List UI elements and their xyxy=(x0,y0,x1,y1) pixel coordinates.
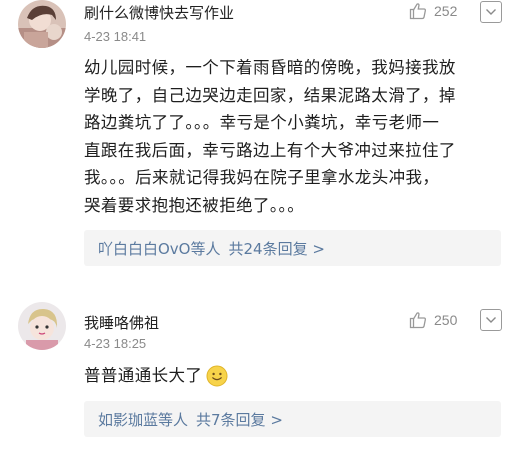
username[interactable]: 刷什么微博快去写作业 xyxy=(84,2,234,23)
timestamp: 4-23 18:41 xyxy=(84,29,147,44)
username[interactable]: 我睡咯佛祖 xyxy=(84,312,159,333)
replies-link[interactable]: 吖白白白OvO等人 共24条回复 > xyxy=(84,230,501,266)
comment-text-line: 幼儿园时候，一个下着雨昏暗的傍晚，我妈接我放 xyxy=(84,58,456,77)
comment-text: 幼儿园时候，一个下着雨昏暗的傍晚，我妈接我放 学晚了，自己边哭边走回家，结果泥路… xyxy=(84,54,499,219)
smile-emoji-icon xyxy=(206,365,228,387)
thumbs-up-icon xyxy=(409,3,426,20)
comment-item: 我睡咯佛祖 4-23 18:25 250 普普通通长大了 如影珈蓝等人 共7条回… xyxy=(0,294,509,463)
replies-count: 共7条回复 > xyxy=(196,410,283,429)
chevron-down-icon xyxy=(486,9,496,15)
thumbs-up-icon xyxy=(409,312,426,329)
replies-users: 吖白白白OvO等人 xyxy=(98,239,221,258)
timestamp: 4-23 18:25 xyxy=(84,336,147,351)
comment-text-line: 学晚了，自己边哭边走回家，结果泥路太滑了，掉 xyxy=(84,85,456,105)
replies-count: 共24条回复 > xyxy=(228,239,325,258)
chevron-down-icon xyxy=(486,317,496,323)
replies-users: 如影珈蓝等人 xyxy=(98,410,189,429)
like-button[interactable]: 250 xyxy=(408,310,457,330)
like-button[interactable]: 252 xyxy=(408,1,457,21)
comment-text-line: 普普通通长大了 xyxy=(84,366,203,385)
avatar[interactable] xyxy=(18,302,66,350)
comment-text: 普普通通长大了 xyxy=(84,362,499,390)
more-options-button[interactable] xyxy=(480,1,502,23)
comment-text-line: 我。。。后来就记得我妈在院子里拿水龙头冲我， xyxy=(84,168,440,187)
comment-text-line: 直跟在我后面，幸亏路边上有个大爷冲过来拉住了 xyxy=(84,140,456,160)
comment-text-line: 路边粪坑了了。。。幸亏是个小粪坑，幸亏老师一 xyxy=(84,113,440,132)
more-options-button[interactable] xyxy=(480,309,502,331)
comment-text-line: 哭着要求抱抱还被拒绝了。。。 xyxy=(84,195,305,215)
like-count: 250 xyxy=(434,312,458,328)
like-count: 252 xyxy=(434,3,458,19)
comment-item: 刷什么微博快去写作业 4-23 18:41 252 幼儿园时候，一个下着雨昏暗的… xyxy=(0,0,509,275)
replies-link[interactable]: 如影珈蓝等人 共7条回复 > xyxy=(84,401,501,437)
avatar[interactable] xyxy=(18,0,66,48)
